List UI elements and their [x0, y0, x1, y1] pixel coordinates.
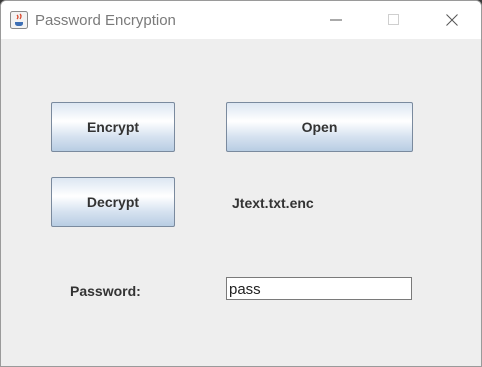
- open-button[interactable]: Open: [226, 102, 413, 152]
- password-label: Password:: [70, 283, 141, 299]
- maximize-button[interactable]: [371, 1, 417, 39]
- encrypt-button[interactable]: Encrypt: [51, 102, 175, 152]
- minimize-icon: [330, 19, 342, 21]
- app-window: Password Encryption Encrypt Open Decrypt…: [0, 0, 482, 367]
- java-app-icon: [10, 11, 28, 29]
- password-field[interactable]: pass: [226, 277, 412, 300]
- title-bar[interactable]: Password Encryption: [1, 1, 481, 39]
- minimize-button[interactable]: [313, 1, 359, 39]
- file-name-label: Jtext.txt.enc: [232, 195, 314, 211]
- decrypt-button[interactable]: Decrypt: [51, 177, 175, 227]
- close-button[interactable]: [429, 1, 475, 39]
- window-title: Password Encryption: [35, 12, 176, 29]
- maximize-icon: [388, 14, 399, 25]
- close-icon: [446, 14, 458, 26]
